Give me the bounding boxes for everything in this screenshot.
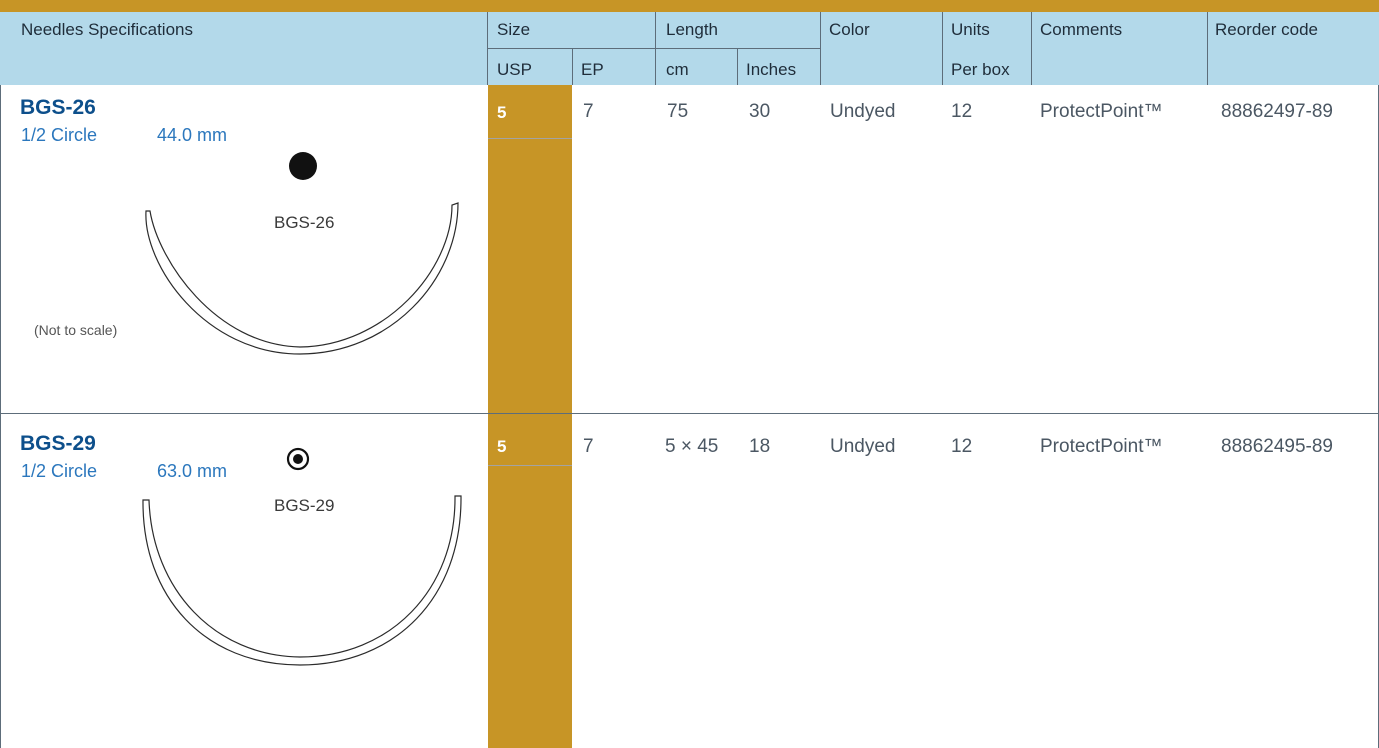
usp-value: 5 bbox=[497, 437, 507, 456]
ep-value: 7 bbox=[583, 436, 594, 457]
cm-value: 5 × 45 bbox=[665, 436, 719, 457]
color-value: Undyed bbox=[830, 436, 896, 457]
drawing-label: BGS-29 bbox=[274, 496, 335, 515]
comments-value: ProtectPoint™ bbox=[1040, 436, 1163, 457]
needle-drawing-bgs-29 bbox=[142, 447, 462, 666]
ringed-cross-section-center bbox=[293, 454, 303, 464]
inches-value: 18 bbox=[749, 436, 771, 457]
reorder-code-value: 88862495-89 bbox=[1221, 436, 1333, 457]
half-circle-needle-icon bbox=[142, 495, 462, 666]
units-value: 12 bbox=[951, 436, 973, 457]
